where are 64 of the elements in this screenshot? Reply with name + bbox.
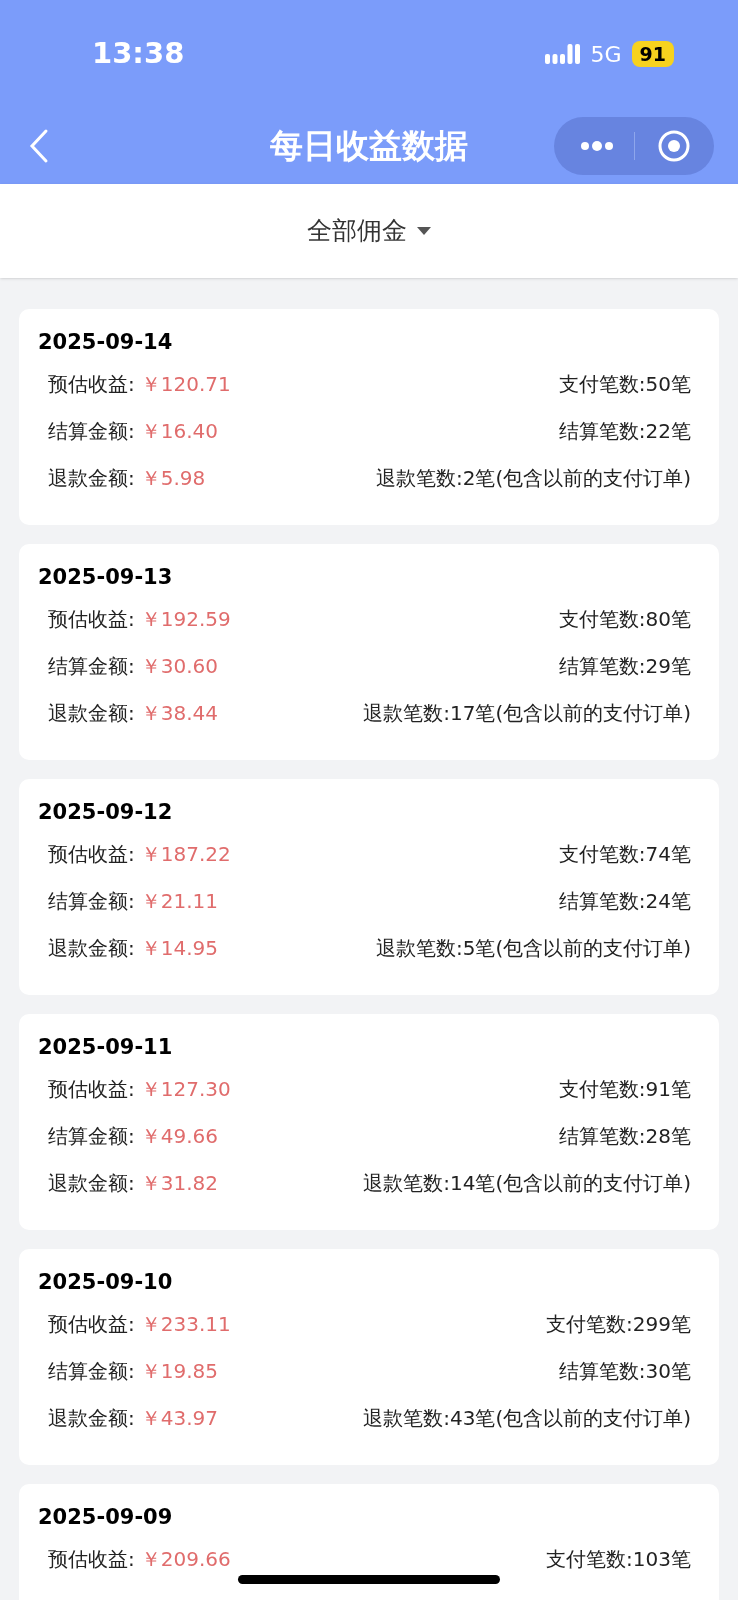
metric-label: 预估收益: <box>48 371 135 398</box>
filter-dropdown[interactable]: 全部佣金 <box>307 212 431 250</box>
card-date: 2025-09-11 <box>38 1034 174 1061</box>
metric-value: ￥127.30 <box>140 1076 231 1103</box>
metric-label: 退款金额: <box>48 935 135 962</box>
metric-value: ￥21.11 <box>140 888 218 915</box>
metric-label: 结算金额: <box>48 888 135 915</box>
metric-value: ￥233.11 <box>140 1311 231 1338</box>
status-time: 13:38 <box>92 35 185 73</box>
card-date: 2025-09-13 <box>38 564 174 591</box>
network-label: 5G <box>590 40 622 69</box>
order-count: 结算笔数:22笔 <box>558 418 691 445</box>
battery-indicator: 91 <box>631 41 674 67</box>
metric-value: ￥120.71 <box>140 371 231 398</box>
metric-label: 结算金额: <box>48 653 135 680</box>
metric-value: ￥16.40 <box>140 418 218 445</box>
card-date: 2025-09-12 <box>38 799 174 826</box>
signal-icon <box>544 42 581 66</box>
close-target-icon[interactable] <box>657 129 691 163</box>
order-count: 支付笔数:80笔 <box>558 606 691 633</box>
metric-label: 预估收益: <box>48 1076 135 1103</box>
metric-value: ￥43.97 <box>140 1405 218 1432</box>
metric-value: ￥187.22 <box>140 841 231 868</box>
more-icon[interactable] <box>580 140 614 152</box>
order-count: 退款笔数:14笔(包含以前的支付订单) <box>363 1170 691 1197</box>
metric-value: ￥30.60 <box>140 653 218 680</box>
order-count: 结算笔数:29笔 <box>558 653 691 680</box>
metric-label: 退款金额: <box>48 465 135 492</box>
page-title: 每日收益数据 <box>270 125 468 168</box>
metric-label: 结算金额: <box>48 418 135 445</box>
metric-value: ￥209.66 <box>140 1546 231 1573</box>
metric-value: ￥192.59 <box>140 606 231 633</box>
metric-label: 预估收益: <box>48 841 135 868</box>
order-count: 支付笔数:91笔 <box>558 1076 691 1103</box>
metric-value: ￥38.44 <box>140 700 218 727</box>
metric-label: 退款金额: <box>48 1170 135 1197</box>
order-count: 结算笔数:28笔 <box>558 1123 691 1150</box>
card-date: 2025-09-10 <box>38 1269 174 1296</box>
order-count: 支付笔数:103笔 <box>546 1546 691 1573</box>
order-count: 退款笔数:17笔(包含以前的支付订单) <box>363 700 691 727</box>
metric-value: ￥19.85 <box>140 1358 218 1385</box>
metric-label: 退款金额: <box>48 700 135 727</box>
metric-label: 退款金额: <box>48 1405 135 1432</box>
metric-label: 结算金额: <box>48 1358 135 1385</box>
metric-label: 预估收益: <box>48 1546 135 1573</box>
metric-value: ￥5.98 <box>140 465 206 492</box>
metric-value: ￥49.66 <box>140 1123 218 1150</box>
order-count: 结算笔数:30笔 <box>558 1358 691 1385</box>
back-icon[interactable] <box>28 128 50 164</box>
order-count: 支付笔数:74笔 <box>558 841 691 868</box>
card-date: 2025-09-14 <box>38 329 174 356</box>
metric-label: 结算金额: <box>48 1123 135 1150</box>
metric-label: 预估收益: <box>48 606 135 633</box>
card-date: 2025-09-09 <box>38 1504 174 1531</box>
metric-label: 预估收益: <box>48 1311 135 1338</box>
metric-value: ￥14.95 <box>140 935 218 962</box>
order-count: 结算笔数:24笔 <box>558 888 691 915</box>
order-count: 退款笔数:2笔(包含以前的支付订单) <box>375 465 691 492</box>
caret-icon <box>417 227 431 235</box>
order-count: 支付笔数:299笔 <box>546 1311 691 1338</box>
metric-value: ￥31.82 <box>140 1170 218 1197</box>
order-count: 退款笔数:5笔(包含以前的支付订单) <box>375 935 691 962</box>
order-count: 退款笔数:43笔(包含以前的支付订单) <box>363 1405 691 1432</box>
order-count: 支付笔数:50笔 <box>558 371 691 398</box>
